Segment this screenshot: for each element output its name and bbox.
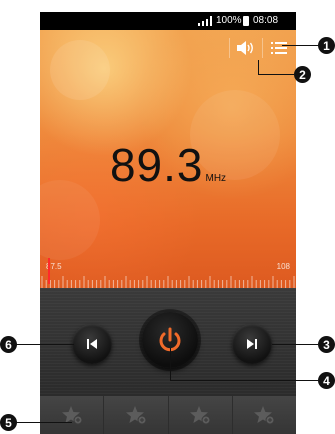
bokeh-decoration: [40, 180, 100, 260]
speaker-button[interactable]: [235, 37, 257, 59]
callout-leader: [170, 380, 318, 381]
callout-1: 1: [318, 37, 335, 54]
toolbar-divider: [229, 38, 230, 58]
frequency-value: 89.3: [109, 139, 204, 191]
star-add-icon: [125, 406, 147, 425]
callout-leader: [170, 348, 171, 380]
favorite-slot[interactable]: [232, 396, 296, 434]
previous-station-button[interactable]: [72, 324, 112, 364]
bokeh-decoration: [50, 40, 110, 100]
favorite-slot[interactable]: [168, 396, 233, 434]
next-station-button[interactable]: [232, 324, 272, 364]
callout-leader: [258, 60, 259, 74]
battery-percent: 100%: [216, 15, 242, 26]
battery-icon: [243, 16, 249, 26]
callout-2: 2: [294, 66, 311, 83]
callout-4: 4: [318, 372, 335, 389]
favorite-slot[interactable]: [104, 396, 169, 434]
callout-5: 5: [0, 414, 17, 431]
signal-icon: [198, 16, 212, 26]
clock: 08:08: [253, 15, 279, 26]
callout-leader: [16, 344, 74, 345]
favorites-bar: [40, 396, 296, 434]
callout-leader: [282, 45, 318, 46]
frequency-unit: MHz: [205, 173, 227, 184]
star-add-icon: [254, 406, 275, 425]
tuning-needle[interactable]: [48, 258, 51, 284]
callout-leader: [272, 344, 318, 345]
speaker-icon: [237, 41, 253, 55]
status-bar: 100% 08:08: [40, 12, 296, 30]
toolbar-divider: [262, 38, 263, 58]
range-max-label: 108: [276, 262, 290, 271]
skip-next-icon: [247, 339, 257, 349]
frequency-display: 89.3 MHz: [40, 138, 296, 192]
star-add-icon: [190, 406, 211, 425]
callout-6: 6: [0, 336, 17, 353]
favorite-slot[interactable]: [40, 396, 105, 434]
station-list-button[interactable]: [268, 37, 290, 59]
list-icon: [271, 42, 287, 54]
fm-radio-screen: 100% 08:08 89.3 MHz 87.5 108: [40, 12, 296, 434]
callout-3: 3: [318, 336, 335, 353]
skip-previous-icon: [87, 339, 97, 349]
frequency-scale[interactable]: [40, 274, 296, 288]
top-toolbar: [224, 36, 290, 60]
callout-leader: [258, 74, 294, 75]
callout-leader: [16, 422, 72, 423]
